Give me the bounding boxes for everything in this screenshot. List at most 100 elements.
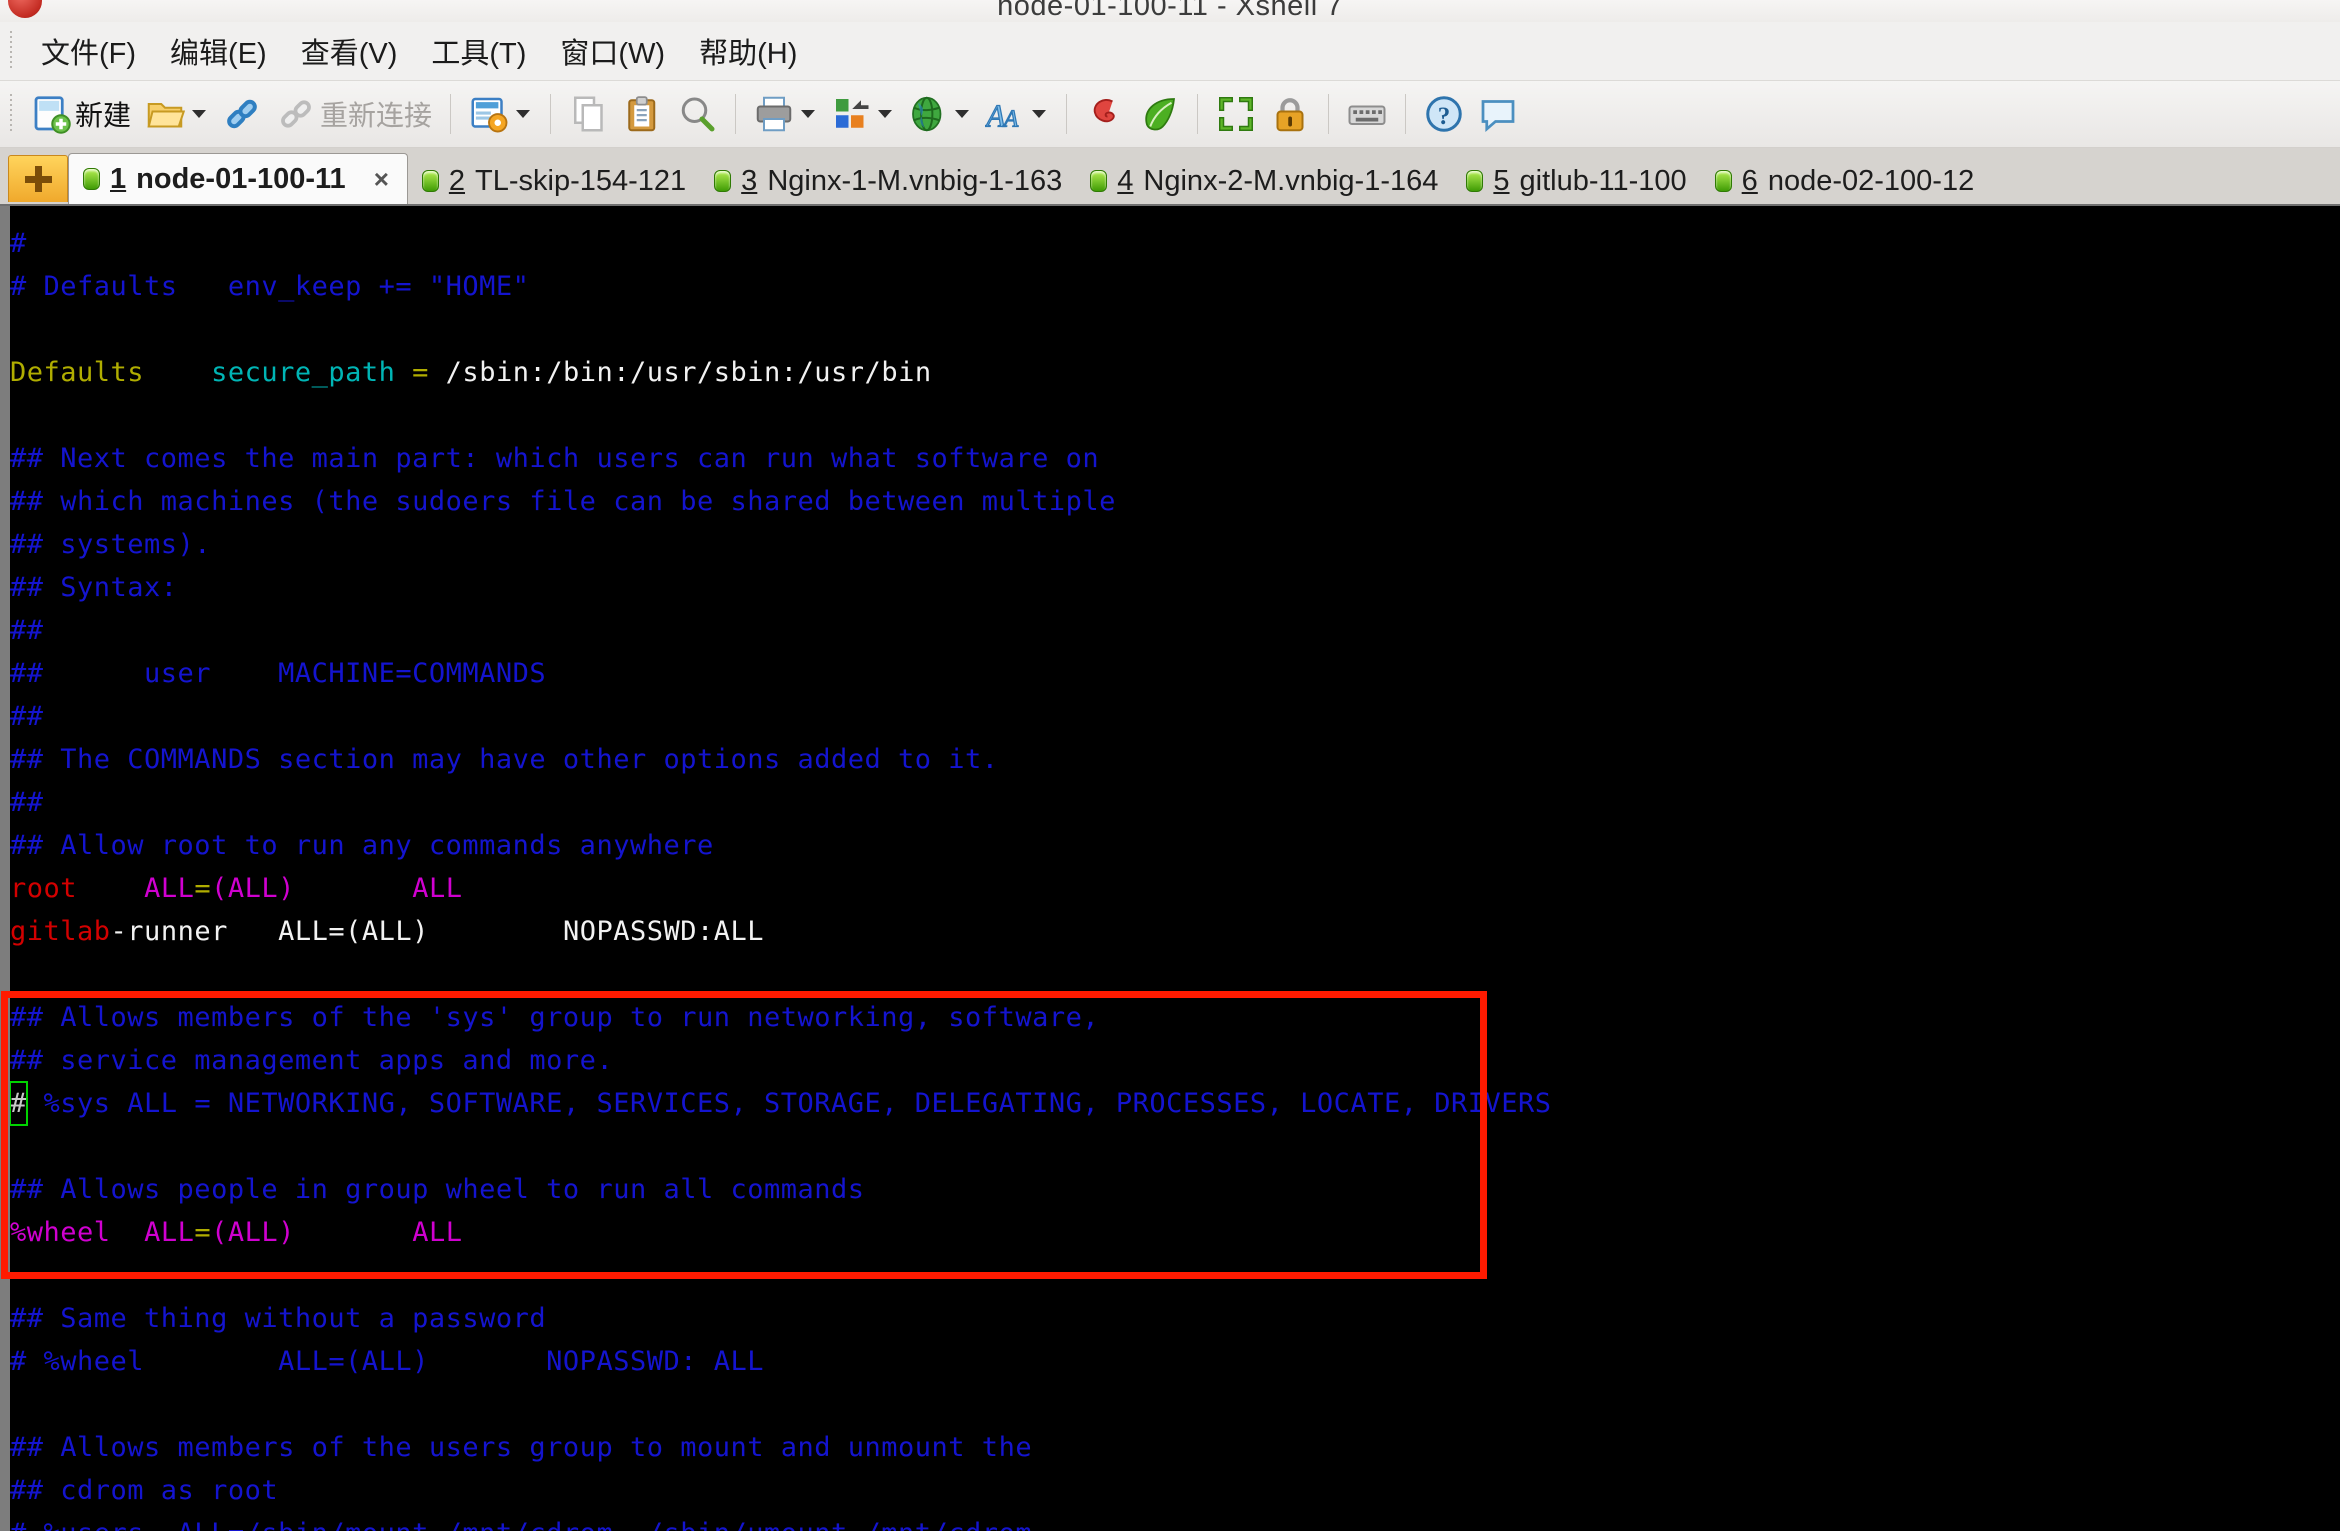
svg-text:?: ? xyxy=(1438,103,1451,130)
tab-status-led-icon xyxy=(1714,170,1732,192)
terminal-text: -runner ALL=(ALL) NOPASSWD:ALL xyxy=(110,916,765,947)
terminal-text: ALL xyxy=(144,873,195,904)
terminal-line: ## Same thing without a password xyxy=(10,1297,2340,1340)
terminal-text: (ALL) xyxy=(211,1217,295,1248)
question-mark-icon: ? xyxy=(1426,96,1462,132)
xagent-button[interactable] xyxy=(1132,86,1186,142)
terminal-line: ## xyxy=(10,609,2340,652)
connect-button[interactable] xyxy=(215,86,269,142)
find-button[interactable] xyxy=(670,86,724,142)
tab-number: 5 xyxy=(1493,164,1510,197)
xftp-icon xyxy=(1093,98,1115,123)
terminal-text: ## Allows members of the 'sys' group to … xyxy=(10,1002,1100,1033)
tab-label: TL-skip-154-121 xyxy=(475,164,687,197)
terminal-line: ## cdrom as root xyxy=(10,1469,2340,1512)
font-button[interactable]: A A xyxy=(978,86,1055,142)
plus-icon xyxy=(25,176,52,183)
xftp-button[interactable] xyxy=(1078,86,1132,142)
tab-bar: 1 node-01-100-11 × 2 TL-skip-154-121 3 N… xyxy=(0,148,2340,205)
new-tab-button[interactable] xyxy=(8,155,68,202)
toolbar-separator xyxy=(1405,94,1407,134)
terminal-text: ALL xyxy=(412,873,463,904)
padlock-icon xyxy=(1276,98,1304,132)
terminal-line: ## The COMMANDS section may have other o… xyxy=(10,738,2340,781)
paste-button[interactable] xyxy=(616,86,670,142)
menu-file[interactable]: 文件(F) xyxy=(24,26,153,76)
open-session-dropdown-caret[interactable] xyxy=(192,110,207,118)
terminal-text: ## systems). xyxy=(10,529,212,560)
tab-status-led-icon xyxy=(1466,170,1484,192)
tab-node-02-100-12[interactable]: 6 node-02-100-12 xyxy=(1701,158,1989,204)
toolbar-separator xyxy=(550,94,552,134)
terminal-text: # Defaults env_keep += "HOME" xyxy=(10,271,530,302)
terminal-text: ALL xyxy=(144,1217,195,1248)
terminal-text: ## Next comes the main part: which users… xyxy=(10,443,1100,474)
font-dropdown-caret[interactable] xyxy=(1032,110,1047,118)
menu-view[interactable]: 查看(V) xyxy=(284,26,415,76)
link-connect-icon xyxy=(227,99,257,129)
tab-status-led-icon xyxy=(83,168,100,190)
terminal-text: ## xyxy=(10,615,44,646)
print-dropdown-caret[interactable] xyxy=(801,110,816,118)
tab-close-icon[interactable]: × xyxy=(370,164,393,195)
fullscreen-button[interactable] xyxy=(1209,86,1263,142)
menu-grip-handle[interactable] xyxy=(4,31,18,71)
open-session-button[interactable] xyxy=(138,86,215,142)
tab-label: node-02-100-12 xyxy=(1767,164,1975,197)
properties-button[interactable] xyxy=(462,86,539,142)
terminal-text: # %wheel ALL=(ALL) NOPASSWD: ALL xyxy=(10,1346,764,1377)
printer-icon xyxy=(756,96,792,132)
chat-button[interactable] xyxy=(1471,86,1525,142)
terminal-line: # Defaults env_keep += "HOME" xyxy=(10,265,2340,308)
tab-node-01-100-11[interactable]: 1 node-01-100-11 × xyxy=(68,153,408,205)
tab-nginx-2-m-vnbig-1-164[interactable]: 4 Nginx-2-M.vnbig-1-164 xyxy=(1076,158,1452,204)
toolbar-separator xyxy=(450,94,452,134)
print-button[interactable] xyxy=(747,86,824,142)
tab-label: gitlub-11-100 xyxy=(1519,164,1687,197)
browser-dropdown-caret[interactable] xyxy=(955,110,970,118)
toolbar-separator xyxy=(1066,94,1068,134)
terminal-text: = xyxy=(412,357,429,388)
terminal-line: %wheel ALL=(ALL) ALL xyxy=(10,1211,2340,1254)
toolbar-separator xyxy=(1197,94,1199,134)
globe-icon xyxy=(912,96,942,132)
terminal-line: # %sys ALL = NETWORKING, SOFTWARE, SERVI… xyxy=(10,1081,2340,1126)
terminal-line: # %users ALL=/sbin/mount /mnt/cdrom, /sb… xyxy=(10,1512,2340,1531)
clipboard-paste-icon xyxy=(628,96,656,132)
terminal-output[interactable]: # # Defaults env_keep += "HOME" Defaults … xyxy=(10,206,2340,1531)
toolbar: 新建 重新连接 A A ? xyxy=(0,81,2340,148)
transfer-button[interactable] xyxy=(824,86,901,142)
tab-nginx-1-m-vnbig-1-163[interactable]: 3 Nginx-1-M.vnbig-1-163 xyxy=(700,158,1076,204)
menu-tools[interactable]: 工具(T) xyxy=(414,26,543,76)
properties-dropdown-caret[interactable] xyxy=(516,110,531,118)
lock-button[interactable] xyxy=(1263,86,1317,142)
terminal-line: ## systems). xyxy=(10,523,2340,566)
terminal-line: ## Allows people in group wheel to run a… xyxy=(10,1168,2340,1211)
reconnect-button[interactable]: 重新连接 xyxy=(269,86,439,142)
transfer-dropdown-caret[interactable] xyxy=(878,110,893,118)
menu-edit[interactable]: 编辑(E) xyxy=(153,26,284,76)
tab-tl-skip-154-121[interactable]: 2 TL-skip-154-121 xyxy=(408,158,700,204)
tab-gitlub-11-100[interactable]: 5 gitlub-11-100 xyxy=(1452,158,1700,204)
menu-help[interactable]: 帮助(H) xyxy=(682,26,814,76)
browser-button[interactable] xyxy=(901,86,978,142)
new-session-button[interactable]: 新建 xyxy=(24,86,138,142)
terminal-line: ## xyxy=(10,781,2340,824)
terminal-line: ## Syntax: xyxy=(10,566,2340,609)
menu-window[interactable]: 窗口(W) xyxy=(543,26,682,76)
tab-number: 3 xyxy=(741,164,758,197)
keyboard-button[interactable] xyxy=(1340,86,1394,142)
copy-button[interactable] xyxy=(562,86,616,142)
speech-bubble-icon xyxy=(1481,100,1515,132)
tab-label: Nginx-1-M.vnbig-1-163 xyxy=(767,164,1063,197)
toolbar-grip-handle[interactable] xyxy=(4,94,18,134)
tab-number: 2 xyxy=(448,164,466,197)
terminal-panel[interactable]: # # Defaults env_keep += "HOME" Defaults … xyxy=(0,204,2340,1531)
help-button[interactable]: ? xyxy=(1417,86,1471,142)
terminal-text: ## cdrom as root xyxy=(10,1475,279,1506)
